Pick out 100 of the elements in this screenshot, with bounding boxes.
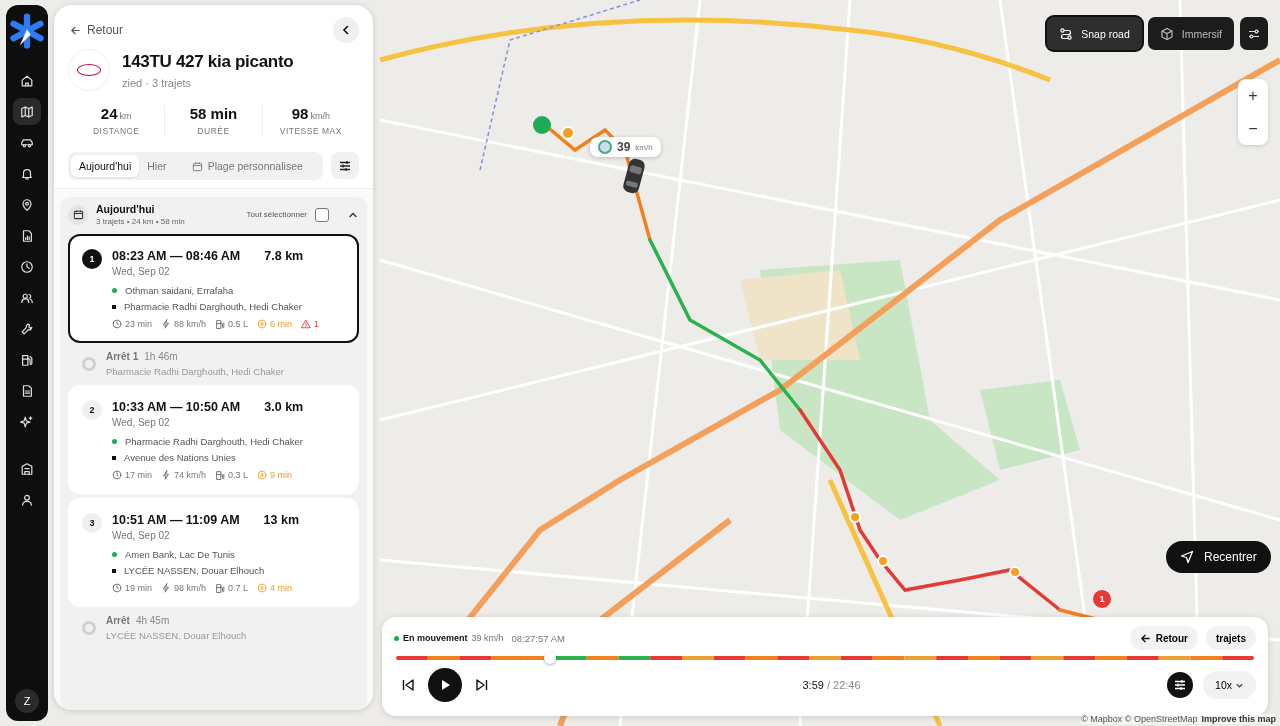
improve-map-link[interactable]: Improve this map — [1201, 714, 1276, 724]
fuel-icon — [215, 583, 226, 593]
trip-duration: 23 min — [125, 319, 152, 329]
home-icon — [20, 73, 34, 88]
clock-icon — [112, 583, 122, 593]
end-address: Pharmacie Radhi Darghouth, Hedi Chaker — [124, 301, 302, 312]
stat-label: DURÉE — [196, 126, 231, 136]
back-button[interactable]: Retour — [1129, 626, 1198, 650]
day-title: Aujourd'hui — [96, 203, 156, 215]
map-attribution: © Mapbox © OpenStreetMap — [1081, 714, 1198, 724]
calendar-icon — [68, 204, 88, 225]
stop-address: LYCÉE NASSEN, Douar Elhouch — [106, 630, 247, 641]
nav-item[interactable] — [13, 98, 41, 125]
trip-max-speed: 98 km/h — [174, 583, 207, 593]
trip-date: Wed, Sep 02 — [112, 417, 171, 428]
trip-distance: 13 km — [263, 513, 300, 527]
speed-value: 39 — [617, 140, 631, 154]
date-tab[interactable]: Hier — [139, 155, 175, 177]
collapse-button[interactable] — [333, 17, 359, 43]
filter-button[interactable] — [331, 152, 359, 179]
map-icon — [20, 104, 34, 119]
back-link[interactable]: Retour — [68, 23, 126, 37]
trip-fuel: 0.7 L — [228, 583, 249, 593]
trip-card[interactable]: 2 10:33 AM — 10:50 AM 3.0 km Wed, Sep 02 Pharmacie Radhi Darghouth, Hedi Chaker Avenue des Nations Unies 17 min 74 km/h 0.3 L 9 min — [68, 385, 359, 494]
trip-number: 3 — [82, 513, 102, 533]
trip-times: 10:33 AM — 10:50 AM — [112, 400, 241, 414]
warning-icon — [301, 319, 312, 329]
playback-settings-button[interactable] — [1167, 672, 1194, 698]
sliders-icon — [1173, 678, 1188, 692]
gauge-icon — [598, 140, 612, 154]
stop-duration: 4h 45m — [135, 615, 170, 626]
trip-duration: 19 min — [125, 583, 152, 593]
date-tab[interactable]: Plage personnalisee — [174, 155, 320, 177]
trip-times: 10:51 AM — 11:09 AM — [112, 513, 240, 527]
trips-button[interactable]: trajets — [1206, 626, 1256, 650]
fuel-icon — [215, 470, 226, 480]
vehicle-title: 143TU 427 kia picanto — [122, 51, 294, 72]
date-tab[interactable]: Aujourd'hui — [71, 155, 140, 177]
trip-date: Wed, Sep 02 — [112, 530, 171, 541]
playback-speed-dropdown[interactable]: 10x — [1203, 671, 1256, 699]
trip-max-speed: 88 km/h — [174, 319, 207, 329]
stat-label: VITESSE MAX — [278, 126, 343, 136]
bell-icon — [20, 166, 34, 181]
user-icon — [20, 492, 34, 507]
clock-icon — [112, 470, 122, 480]
start-dot-icon — [112, 288, 117, 293]
vehicle-status: En mouvement — [403, 633, 468, 643]
stat-unit: km — [119, 111, 132, 121]
trip-idle-time: 6 min — [270, 319, 293, 329]
start-address: Pharmacie Radhi Darghouth, Hedi Chaker — [125, 436, 303, 447]
trip-idle-time: 9 min — [270, 470, 293, 480]
trip-alert-count: 1 — [314, 319, 320, 329]
end-address: Avenue des Nations Unies — [124, 452, 236, 463]
stop-title: Arrêt 1 — [106, 351, 139, 362]
select-all-label: Tout sélectionner — [246, 210, 307, 219]
bolt-icon — [161, 583, 171, 593]
stat-value: 24 — [100, 105, 118, 122]
navigation-arrow-icon — [1180, 550, 1194, 564]
trip-fuel: 0.3 L — [228, 470, 249, 480]
calendar-icon — [191, 160, 203, 172]
map-toggle[interactable]: Immersif — [1147, 17, 1234, 50]
total-time: / 22:46 — [826, 679, 861, 691]
trip-card[interactable]: 1 08:23 AM — 08:46 AM 7.8 km Wed, Sep 02 Othman saidani, Errafaha Pharmacie Radhi Darghouth, Hedi Chaker 23 min 88 km/h 0.5 L 6 min 1 — [68, 234, 359, 343]
stat-value: 98 — [291, 105, 309, 122]
settings-icon — [1247, 26, 1261, 41]
trip-number: 1 — [82, 249, 102, 269]
pause-icon — [257, 470, 268, 480]
clock-icon — [20, 259, 34, 274]
trip-fuel: 0.5 L — [228, 319, 249, 329]
zoom-out-button[interactable]: − — [1238, 112, 1268, 145]
recenter-button[interactable]: Recentrer — [1166, 541, 1271, 573]
trip-idle-time: 4 min — [270, 583, 293, 593]
stop-marker-icon — [82, 621, 96, 635]
vehicle-subtitle: zied · 3 trajets — [122, 76, 193, 89]
asterisk-logo-icon[interactable] — [9, 13, 45, 49]
play-button[interactable] — [428, 668, 462, 702]
trip-distance: 3.0 km — [264, 400, 304, 414]
user-avatar[interactable]: Z — [15, 689, 39, 713]
stop-marker-icon — [82, 357, 96, 371]
elapsed-time: 3:59 — [802, 679, 824, 691]
arrow-left-icon — [1139, 632, 1151, 644]
clock-icon — [112, 319, 122, 329]
fuel-icon — [215, 319, 226, 329]
trip-duration: 17 min — [125, 470, 152, 480]
cube-icon — [1159, 26, 1174, 41]
timeline-thumb[interactable] — [544, 652, 557, 664]
zoom-in-button[interactable]: + — [1238, 79, 1268, 112]
sliders-icon — [338, 158, 352, 173]
trip-date: Wed, Sep 02 — [112, 266, 171, 277]
map-settings-button[interactable] — [1240, 17, 1268, 50]
speed-unit: km/h — [635, 142, 653, 152]
document-icon — [20, 383, 34, 398]
trip-times: 08:23 AM — 08:46 AM — [112, 249, 241, 263]
map-toggle[interactable]: Snap road — [1047, 17, 1142, 50]
status-dot-icon — [394, 635, 399, 641]
stop-duration: 1h 46m — [144, 351, 178, 362]
trip-card[interactable]: 3 10:51 AM — 11:09 AM 13 km Wed, Sep 02 Amen Bank, Lac De Tunis LYCÉE NASSEN, Douar Elhouch 19 min 98 km/h 0.7 L 4 min — [68, 498, 359, 607]
arrow-left-icon — [70, 24, 81, 36]
pause-icon — [257, 319, 268, 329]
select-all-checkbox[interactable] — [315, 207, 329, 222]
